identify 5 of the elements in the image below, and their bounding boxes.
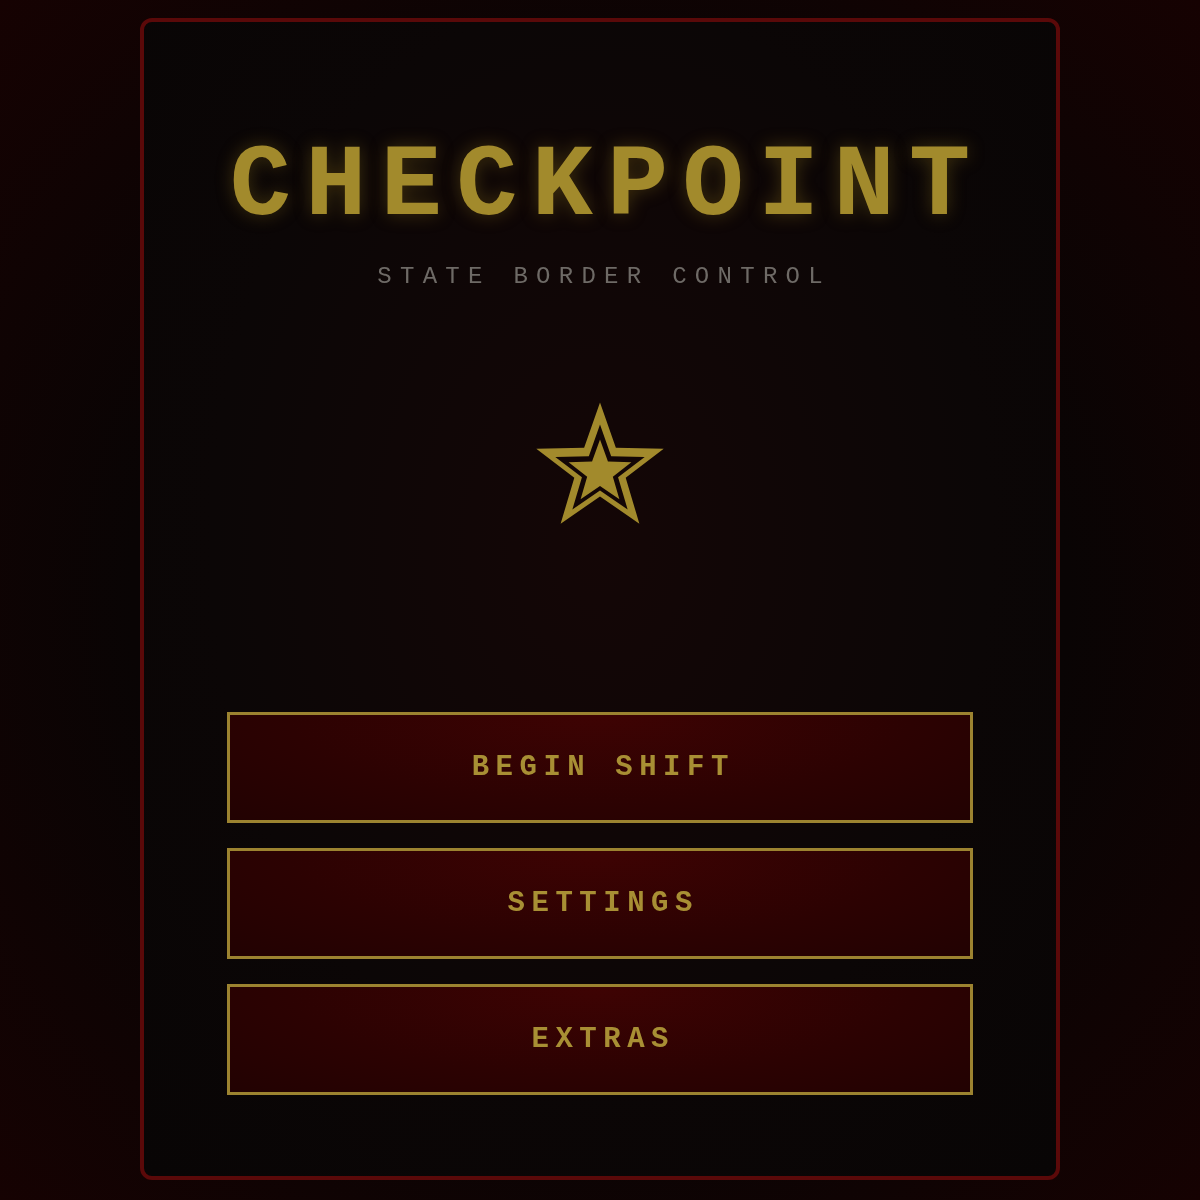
menu-button[interactable]: BEGIN SHIFT <box>227 712 973 823</box>
game-title: CHECKPOINT <box>229 136 985 238</box>
game-subtitle: STATE BORDER CONTROL <box>377 265 831 289</box>
menu-button[interactable]: SETTINGS <box>227 848 973 959</box>
menu-button[interactable]: EXTRAS <box>227 984 973 1095</box>
